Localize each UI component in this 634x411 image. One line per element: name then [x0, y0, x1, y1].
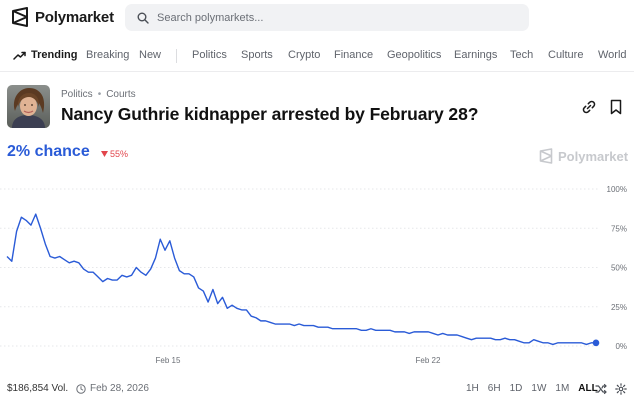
nav-item-politics[interactable]: Politics	[192, 49, 227, 61]
nav-item-tech[interactable]: Tech	[510, 49, 533, 61]
volume: $186,854 Vol.	[7, 383, 69, 394]
market-title: Nancy Guthrie kidnapper arrested by Febr…	[61, 104, 479, 124]
price-chart: 100% 75% 50% 25% 0% Feb 15 Feb 22	[0, 185, 627, 365]
y-tick-label: 100%	[607, 185, 627, 194]
down-triangle-icon	[101, 151, 108, 157]
bookmark-icon[interactable]	[609, 99, 623, 115]
breadcrumb-dot: •	[97, 89, 102, 100]
range-1d[interactable]: 1D	[510, 383, 523, 394]
clock-icon	[76, 383, 86, 394]
end-date: Feb 28, 2026	[76, 383, 149, 394]
nav-trending-label: Trending	[31, 49, 78, 61]
range-1m[interactable]: 1M	[555, 383, 569, 394]
trending-icon	[13, 51, 26, 60]
range-1h[interactable]: 1H	[466, 383, 479, 394]
polymarket-watermark: Polymarket	[539, 148, 628, 164]
nav-item-world[interactable]: World	[598, 49, 627, 61]
market-thumbnail	[7, 85, 50, 128]
x-tick-label: Feb 15	[156, 356, 181, 365]
nav-divider	[0, 71, 634, 72]
nav-separator	[176, 49, 177, 63]
top-bar: Polymarket	[0, 0, 634, 36]
breadcrumb-politics[interactable]: Politics	[61, 89, 93, 100]
brand[interactable]: Polymarket	[11, 7, 114, 27]
nav-item-sports[interactable]: Sports	[241, 49, 273, 61]
settings-icon[interactable]	[615, 383, 627, 395]
series-end-marker	[592, 339, 600, 347]
search-input[interactable]	[157, 11, 517, 24]
watermark-label: Polymarket	[558, 148, 629, 164]
range-1w[interactable]: 1W	[531, 383, 546, 394]
y-tick-label: 0%	[615, 342, 627, 351]
change-indicator: 55%	[101, 149, 128, 159]
brand-name: Polymarket	[35, 8, 114, 26]
y-tick-label: 25%	[611, 303, 627, 312]
nav-item-new[interactable]: New	[139, 49, 161, 61]
change-value: 55%	[110, 149, 129, 159]
nav-item-breaking[interactable]: Breaking	[86, 49, 129, 61]
breadcrumb-courts[interactable]: Courts	[106, 89, 135, 100]
chance-value: 2% chance	[7, 143, 90, 160]
nav-item-earnings[interactable]: Earnings	[454, 49, 497, 61]
nav-item-crypto[interactable]: Crypto	[288, 49, 320, 61]
end-date-label: Feb 28, 2026	[90, 383, 149, 394]
y-tick-label: 75%	[611, 224, 627, 233]
nav-trending[interactable]: Trending	[13, 49, 77, 61]
nav-item-finance[interactable]: Finance	[334, 49, 373, 61]
link-icon[interactable]	[581, 99, 597, 115]
breadcrumb: Politics • Courts	[61, 89, 136, 100]
y-tick-label: 50%	[611, 264, 627, 273]
search-icon	[137, 12, 149, 24]
search-bar[interactable]	[125, 4, 529, 31]
x-tick-label: Feb 22	[416, 356, 441, 365]
series-line	[6, 213, 596, 346]
watermark-logo-icon	[539, 148, 553, 164]
category-nav: Trending Breaking New Politics Sports Cr…	[0, 44, 634, 70]
polymarket-logo-icon	[12, 7, 28, 27]
time-range-selector: 1H 6H 1D 1W 1M ALL	[466, 383, 598, 394]
nav-item-culture[interactable]: Culture	[548, 49, 583, 61]
range-6h[interactable]: 6H	[488, 383, 501, 394]
shuffle-icon[interactable]	[595, 383, 607, 395]
nav-item-geopolitics[interactable]: Geopolitics	[387, 49, 441, 61]
